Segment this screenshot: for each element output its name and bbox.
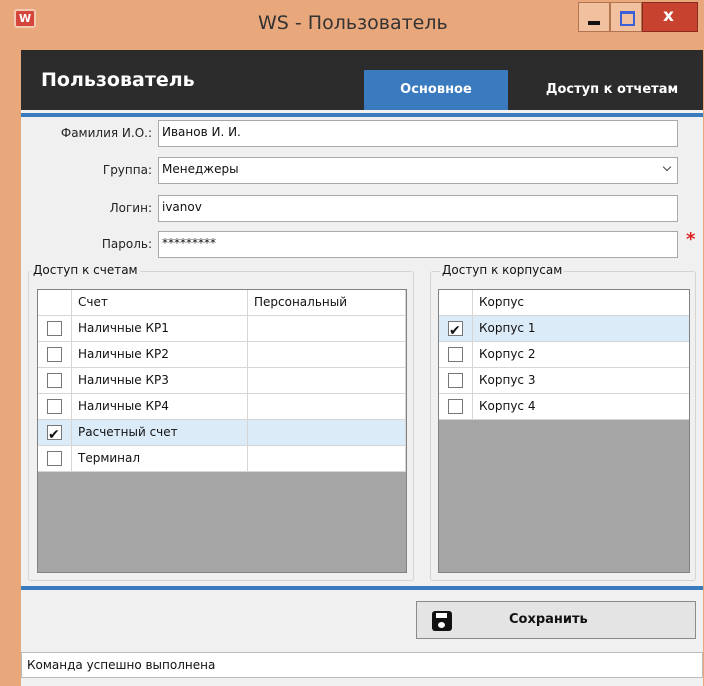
row-check-cell (38, 368, 72, 394)
table-row[interactable]: ✔ Расчетный счет (38, 420, 406, 446)
row-checkbox[interactable]: ✔ (47, 425, 62, 443)
table-row[interactable]: Терминал (38, 446, 406, 472)
row-checkbox[interactable] (448, 399, 463, 414)
accounts-grid-header: Счет Персональный (38, 290, 406, 316)
row-checkbox[interactable] (47, 451, 62, 466)
header-check-cell (439, 290, 473, 316)
row-checkbox[interactable] (47, 399, 62, 414)
window-title: WS - Пользователь (258, 12, 448, 34)
password-field[interactable]: ********* (158, 231, 678, 258)
building-name: Корпус 4 (479, 399, 536, 413)
account-name: Терминал (72, 446, 248, 472)
tab-report-access[interactable]: Доступ к отчетам (521, 70, 703, 110)
table-row[interactable]: Корпус 2 (439, 342, 689, 368)
building-name: Корпус 2 (479, 347, 536, 361)
tab-main[interactable]: Основное (364, 70, 508, 110)
account-name: Наличные КР1 (72, 316, 248, 342)
accounts-group-title: Доступ к счетам (31, 263, 140, 277)
account-name: Наличные КР4 (72, 394, 248, 420)
check-icon: ✔ (48, 427, 60, 443)
row-check-cell (38, 446, 72, 472)
account-personal[interactable] (248, 420, 406, 446)
account-personal[interactable] (248, 316, 406, 342)
row-checkbox[interactable] (448, 373, 463, 388)
account-personal[interactable] (248, 446, 406, 472)
title-bar[interactable]: W WS - Пользователь x (0, 0, 704, 48)
building-name: Корпус 1 (479, 321, 536, 335)
floppy-disk-icon (432, 611, 452, 631)
row-checkbox[interactable]: ✔ (448, 321, 463, 339)
close-icon: x (663, 6, 674, 26)
row-check-cell: ✔ (439, 316, 473, 342)
status-bar: Команда успешно выполнена (21, 652, 703, 678)
account-name: Расчетный счет (72, 420, 248, 446)
maximize-button[interactable] (610, 2, 642, 32)
bottom-divider (21, 586, 703, 590)
app-icon[interactable]: W (14, 9, 36, 28)
login-label: Логин: (109, 201, 152, 215)
account-personal[interactable] (248, 394, 406, 420)
row-check-cell (439, 368, 473, 394)
accounts-grid: Счет Персональный Наличные КР1 Наличные К… (37, 289, 407, 573)
header-building[interactable]: Корпус (473, 290, 689, 316)
fio-field[interactable]: Иванов И. И. (158, 120, 678, 147)
account-name: Наличные КР3 (72, 368, 248, 394)
table-row[interactable]: Наличные КР4 (38, 394, 406, 420)
row-checkbox[interactable] (47, 347, 62, 362)
row-check-cell: ✔ (38, 420, 72, 446)
close-button[interactable]: x (642, 2, 698, 32)
page-title: Пользователь (41, 69, 195, 91)
table-row[interactable]: Корпус 4 (439, 394, 689, 420)
row-check-cell (38, 394, 72, 420)
table-row[interactable]: Наличные КР1 (38, 316, 406, 342)
row-checkbox[interactable] (47, 373, 62, 388)
buildings-group-title: Доступ к корпусам (440, 263, 565, 277)
save-button[interactable]: Сохранить (416, 601, 696, 639)
account-personal[interactable] (248, 368, 406, 394)
row-check-cell (439, 394, 473, 420)
required-marker: * (686, 229, 696, 250)
app-window: W WS - Пользователь x Пользователь Основ… (0, 0, 704, 686)
check-icon: ✔ (449, 323, 461, 339)
row-checkbox[interactable] (47, 321, 62, 336)
row-checkbox[interactable] (448, 347, 463, 362)
account-personal[interactable] (248, 342, 406, 368)
header-check-cell (38, 290, 72, 316)
save-button-label: Сохранить (509, 612, 588, 627)
account-name: Наличные КР2 (72, 342, 248, 368)
minimize-button[interactable] (578, 2, 610, 32)
page-header: Пользователь Основное Доступ к отчетам (21, 50, 703, 110)
table-row[interactable]: Корпус 3 (439, 368, 689, 394)
table-row[interactable]: Наличные КР2 (38, 342, 406, 368)
fio-label: Фамилия И.О.: (60, 126, 152, 140)
group-label: Группа: (102, 163, 152, 177)
row-check-cell (38, 316, 72, 342)
table-row[interactable]: ✔ Корпус 1 (439, 316, 689, 342)
header-personal[interactable]: Персональный (248, 290, 406, 316)
row-check-cell (439, 342, 473, 368)
password-label: Пароль: (101, 237, 152, 251)
accent-divider (21, 113, 703, 117)
row-check-cell (38, 342, 72, 368)
buildings-grid: Корпус ✔ Корпус 1 Корпус 2 Корпус 3 Корпус 4 (438, 289, 690, 573)
group-select[interactable]: Менеджеры (158, 157, 678, 184)
building-name: Корпус 3 (479, 373, 536, 387)
buildings-grid-header: Корпус (439, 290, 689, 316)
login-field[interactable]: ivanov (158, 195, 678, 222)
app-icon-letter: W (19, 12, 32, 25)
header-account[interactable]: Счет (72, 290, 248, 316)
table-row[interactable]: Наличные КР3 (38, 368, 406, 394)
